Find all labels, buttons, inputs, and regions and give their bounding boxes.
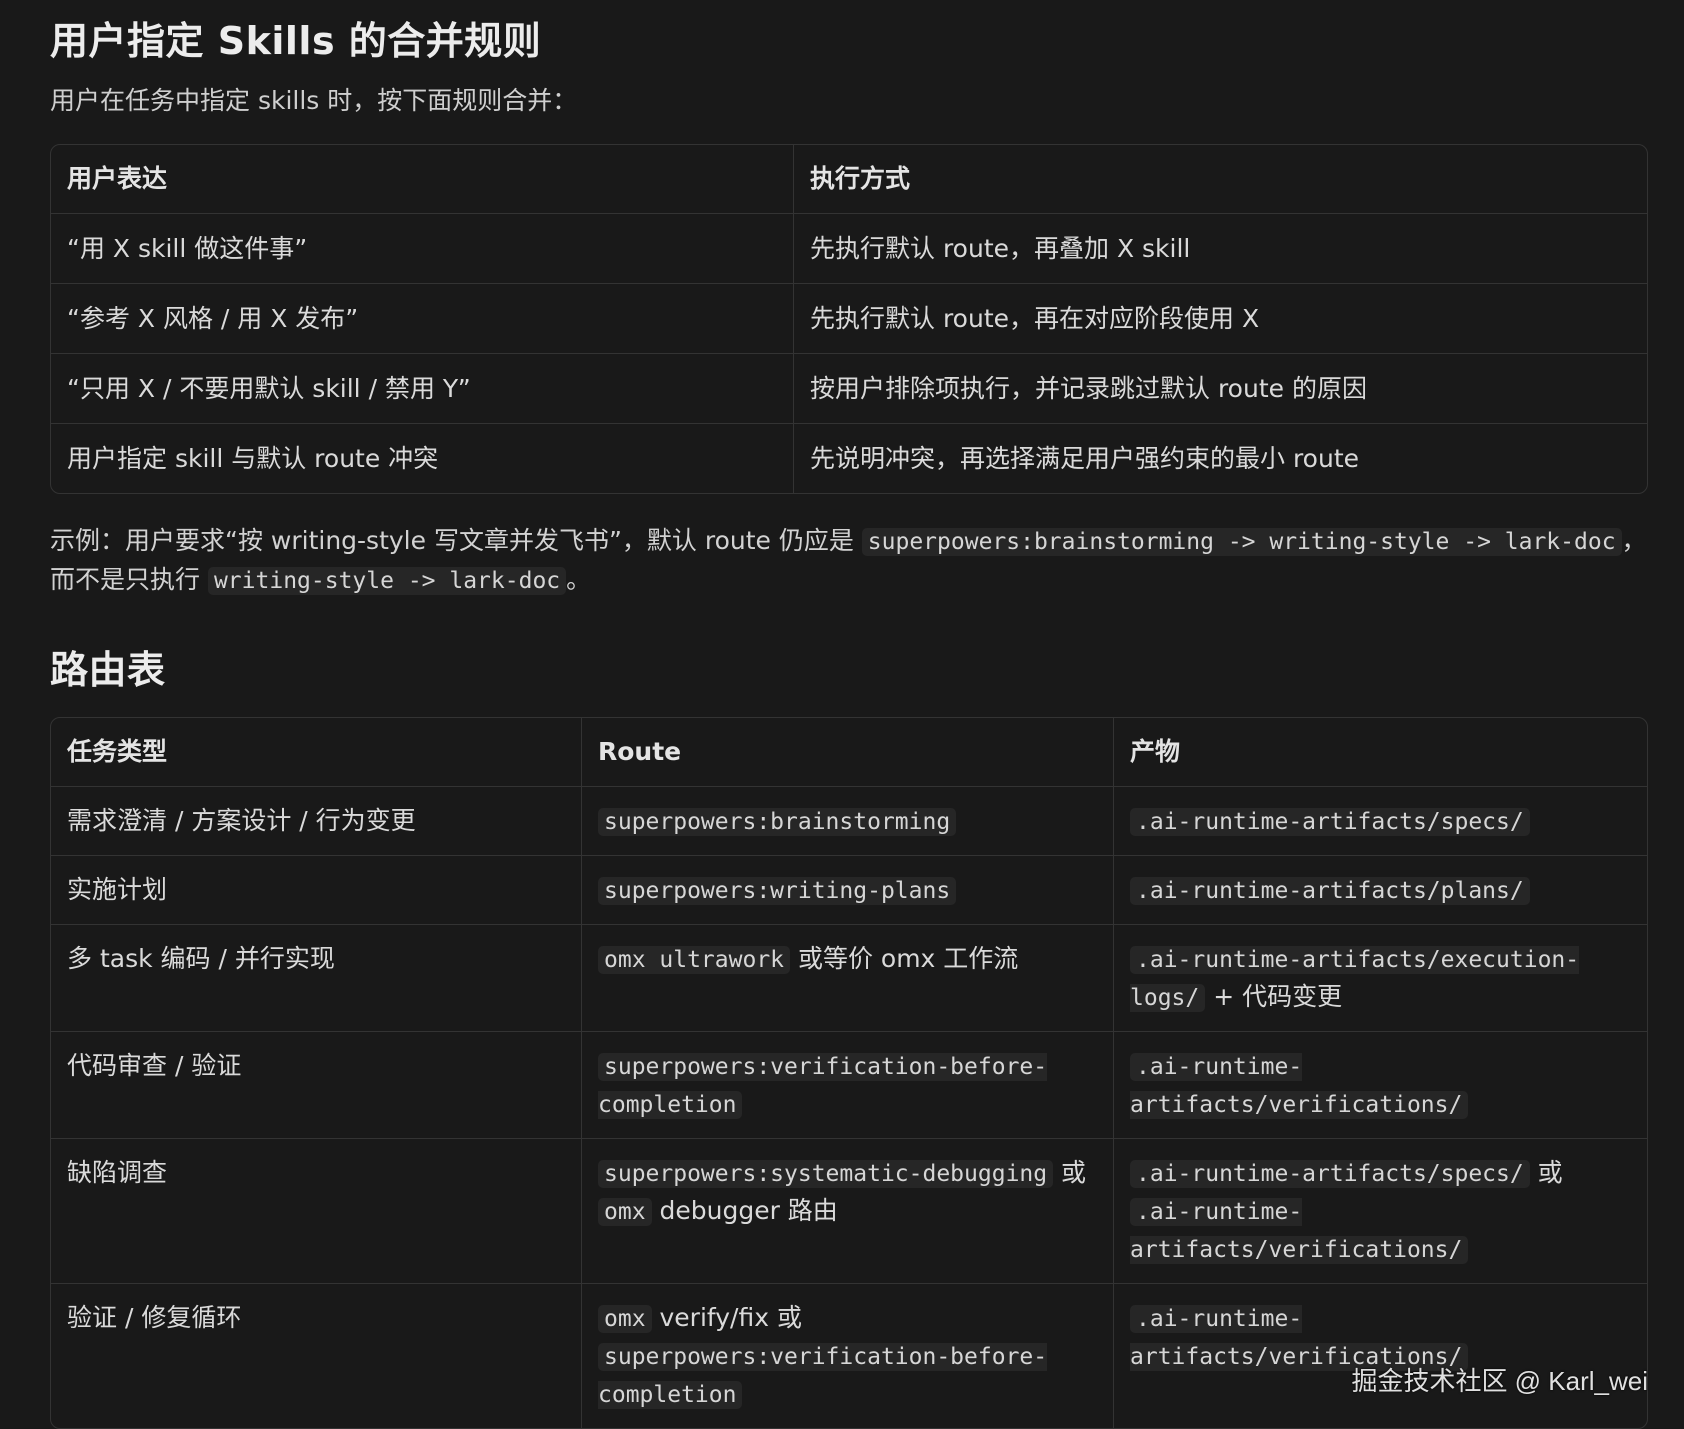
cell-user-expression: “只用 X / 不要用默认 skill / 禁用 Y” [51,354,794,424]
table-row: 用户指定 skill 与默认 route 冲突 先说明冲突，再选择满足用户强约束… [51,424,1647,493]
cell-route: superpowers:verification-before-completi… [582,1032,1114,1139]
table-row: 多 task 编码 / 并行实现 omx ultrawork 或等价 omx 工作… [51,925,1647,1032]
table-row: 缺陷调查 superpowers:systematic-debugging 或 o… [51,1139,1647,1284]
table-row: 实施计划 superpowers:writing-plans .ai-runtime… [51,856,1647,925]
cell-execution-mode: 先说明冲突，再选择满足用户强约束的最小 route [810,443,1360,473]
inline-code: .ai-runtime-artifacts/specs/ [1130,808,1530,836]
table-row: 验证 / 修复循环 omx verify/fix 或 superpowers:ve… [51,1284,1647,1428]
cell-route: superpowers:brainstorming [582,787,1114,856]
table-row: 代码审查 / 验证 superpowers:verification-before… [51,1032,1647,1139]
cell-artifact: .ai-runtime-artifacts/verifications/ [1114,1284,1647,1428]
inline-code: superpowers:verification-before-completi… [598,1343,1048,1409]
cell-artifact: .ai-runtime-artifacts/specs/ 或 .ai-runti… [1114,1139,1647,1284]
inline-text: verify/fix 或 [651,1303,802,1332]
merge-rules-table: 用户表达 执行方式 “用 X skill 做这件事” 先执行默认 route，再… [50,144,1648,494]
inline-code: .ai-runtime-artifacts/verifications/ [1130,1198,1469,1264]
routing-table: 任务类型 Route 产物 需求澄清 / 方案设计 / 行为变更 superpow… [50,717,1648,1429]
cell-route: superpowers:systematic-debugging 或 omx d… [582,1139,1114,1284]
cell-task-type: 实施计划 [51,856,582,925]
inline-code: omx ultrawork [598,946,791,974]
example-prefix: 示例：用户要求“按 writing-style 写文章并发飞书”，默认 rout… [50,526,862,555]
watermark: 掘金技术社区 @ Karl_wei [1351,1366,1648,1396]
inline-text: debugger 路由 [651,1196,838,1225]
inline-code: omx [598,1198,652,1226]
section-title-routing-table: 路由表 [50,648,166,692]
inline-code: .ai-runtime-artifacts/verifications/ [1130,1053,1469,1119]
inline-code: .ai-runtime-artifacts/plans/ [1130,877,1530,905]
inline-text: 或 [1053,1158,1087,1187]
inline-code: superpowers:brainstorming [598,808,957,836]
inline-code: superpowers:writing-plans [598,877,957,905]
routing-table-body: 需求澄清 / 方案设计 / 行为变更 superpowers:brainstorm… [51,787,1647,1428]
cell-artifact: .ai-runtime-artifacts/plans/ [1114,856,1647,925]
cell-route: superpowers:writing-plans [582,856,1114,925]
header-task-type: 任务类型 [51,718,582,787]
table-row: “只用 X / 不要用默认 skill / 禁用 Y” 按用户排除项执行，并记录… [51,354,1647,424]
inline-text: + 代码变更 [1205,982,1343,1011]
inline-text: 或等价 omx 工作流 [790,944,1019,973]
cell-execution-mode: 先执行默认 route，再在对应阶段使用 X [794,284,1647,354]
cell-route: omx ultrawork 或等价 omx 工作流 [582,925,1114,1032]
inline-code: superpowers:verification-before-completi… [598,1053,1048,1119]
cell-task-type: 需求澄清 / 方案设计 / 行为变更 [51,787,582,856]
example-code-partial-route: writing-style -> lark-doc [207,567,567,595]
cell-task-type: 多 task 编码 / 并行实现 [51,925,582,1032]
table-row: “参考 X 风格 / 用 X 发布” 先执行默认 route，再在对应阶段使用 … [51,284,1647,354]
header-execution-mode: 执行方式 [794,145,1647,214]
inline-code: .ai-runtime-artifacts/specs/ [1130,1160,1530,1188]
intro-paragraph: 用户在任务中指定 skills 时，按下面规则合并： [50,86,578,115]
section-title-merge-rules: 用户指定 Skills 的合并规则 [50,19,542,63]
header-route: Route [582,718,1114,787]
cell-user-expression: 用户指定 skill 与默认 route 冲突 [51,424,794,493]
example-code-default-route: superpowers:brainstorming -> writing-sty… [861,528,1622,556]
cell-user-expression: “用 X skill 做这件事” [51,214,794,284]
cell-execution-mode: 按用户排除项执行，并记录跳过默认 route 的原因 [794,354,1647,424]
cell-artifact: .ai-runtime-artifacts/execution-logs/ + … [1114,925,1647,1032]
table-header-row: 用户表达 执行方式 [51,145,1647,214]
inline-code: superpowers:systematic-debugging [598,1160,1054,1188]
table-header-row: 任务类型 Route 产物 [51,718,1647,787]
table-row: “用 X skill 做这件事” 先执行默认 route，再叠加 X skill [51,214,1647,284]
inline-code: omx [598,1305,652,1333]
cell-task-type: 代码审查 / 验证 [51,1032,582,1139]
example-paragraph: 示例：用户要求“按 writing-style 写文章并发飞书”，默认 rout… [50,522,1648,600]
cell-artifact: .ai-runtime-artifacts/verifications/ [1114,1032,1647,1139]
inline-text: 或 [1529,1158,1563,1187]
example-suffix: 。 [566,565,592,594]
inline-code: .ai-runtime-artifacts/execution-logs/ [1130,946,1580,1012]
cell-task-type: 缺陷调查 [51,1139,582,1284]
table-row: 需求澄清 / 方案设计 / 行为变更 superpowers:brainstorm… [51,787,1647,856]
cell-execution-mode: 先执行默认 route，再叠加 X skill [794,214,1647,284]
cell-artifact: .ai-runtime-artifacts/specs/ [1114,787,1647,856]
header-artifact: 产物 [1114,718,1647,787]
cell-route: omx verify/fix 或 superpowers:verificatio… [582,1284,1114,1428]
cell-task-type: 验证 / 修复循环 [51,1284,582,1428]
cell-user-expression: “参考 X 风格 / 用 X 发布” [51,284,794,354]
header-user-expression: 用户表达 [51,145,794,214]
